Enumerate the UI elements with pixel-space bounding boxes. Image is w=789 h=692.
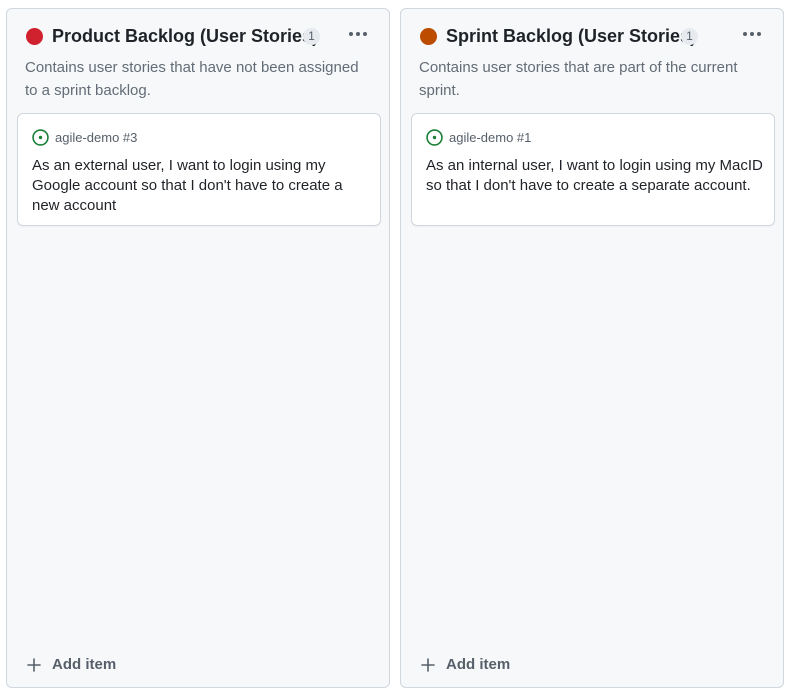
add-item-label: Add item bbox=[52, 656, 117, 673]
column-more-options-button[interactable] bbox=[344, 23, 372, 45]
card-title: As an external user, I want to login usi… bbox=[32, 157, 343, 214]
issue-card[interactable]: agile-demo #3 As an external user, I wan… bbox=[17, 113, 381, 226]
column-more-options-button[interactable] bbox=[738, 23, 766, 45]
add-item-label: Add item bbox=[446, 656, 511, 673]
status-dot-icon bbox=[420, 28, 437, 45]
status-dot-icon bbox=[26, 28, 43, 45]
card-reference-text: agile-demo #1 bbox=[449, 129, 532, 145]
column-title: Product Backlog (User Stories) bbox=[52, 26, 319, 46]
plus-icon bbox=[421, 657, 435, 672]
column-title: Sprint Backlog (User Stories) bbox=[446, 26, 697, 46]
card-title: As an internal user, I want to login usi… bbox=[426, 157, 763, 194]
card-reference-text: agile-demo #3 bbox=[55, 129, 138, 145]
issue-open-icon bbox=[426, 129, 443, 146]
kebab-dot-icon bbox=[349, 32, 353, 36]
kebab-dot-icon bbox=[363, 32, 367, 36]
card-reference[interactable]: agile-demo #3 bbox=[32, 129, 137, 146]
kebab-dot-icon bbox=[743, 32, 747, 36]
issue-card[interactable]: agile-demo #1 As an internal user, I wan… bbox=[411, 113, 775, 226]
kebab-dot-icon bbox=[757, 32, 761, 36]
project-board: Product Backlog (User Stories) 1 Contain… bbox=[0, 0, 789, 692]
add-item-button[interactable]: Add item bbox=[421, 656, 510, 673]
issue-open-icon bbox=[32, 129, 49, 146]
plus-icon bbox=[27, 657, 41, 672]
add-item-button[interactable]: Add item bbox=[27, 656, 116, 673]
column-description: Contains user stories that are part of t… bbox=[419, 59, 738, 99]
kebab-dot-icon bbox=[356, 32, 360, 36]
item-count-badge: 1 bbox=[303, 28, 320, 45]
column-product-backlog: Product Backlog (User Stories) 1 Contain… bbox=[6, 8, 390, 688]
card-reference[interactable]: agile-demo #1 bbox=[426, 129, 531, 146]
column-description: Contains user stories that have not been… bbox=[25, 59, 359, 99]
item-count-badge: 1 bbox=[681, 28, 698, 45]
kebab-dot-icon bbox=[750, 32, 754, 36]
column-sprint-backlog: Sprint Backlog (User Stories) 1 Contains… bbox=[400, 8, 784, 688]
